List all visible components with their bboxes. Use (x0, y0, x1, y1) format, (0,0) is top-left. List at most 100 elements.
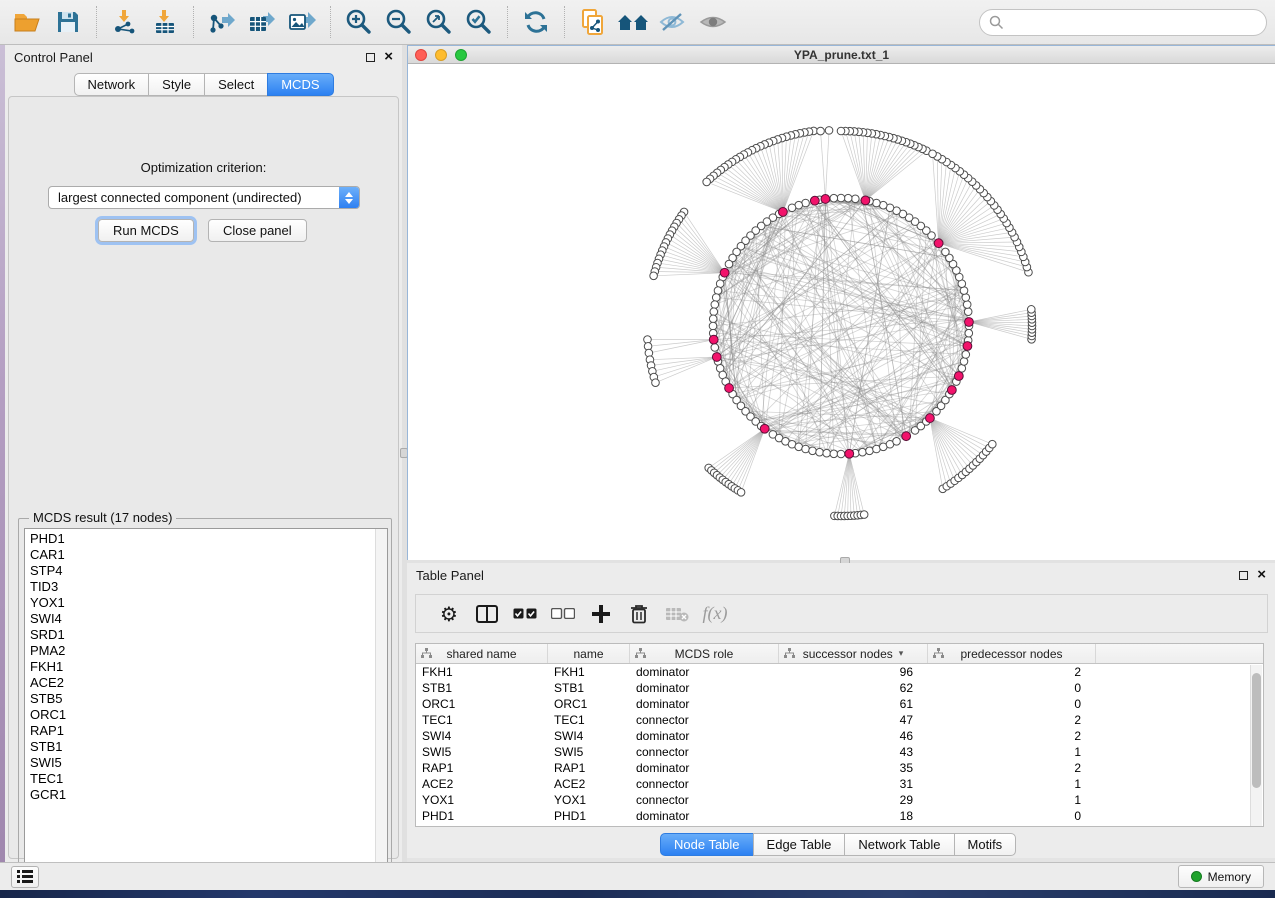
zoom-selected-button[interactable] (459, 3, 499, 41)
first-neighbors-button[interactable] (613, 3, 653, 41)
column-header-MCDS-role[interactable]: MCDS role (630, 644, 779, 663)
column-header-label: successor nodes (803, 647, 893, 661)
fx-icon: f(x) (703, 603, 728, 624)
sort-indicator-icon: ▾ (899, 648, 904, 659)
table-row[interactable]: FKH1FKH1dominator962 (416, 664, 1263, 680)
cell-filler (1096, 776, 1263, 792)
mcds-result-item[interactable]: ACE2 (30, 675, 387, 691)
tab-node-table[interactable]: Node Table (660, 833, 754, 856)
cell: 43 (779, 744, 928, 760)
delete-table-button (658, 597, 696, 631)
mcds-result-item[interactable]: SWI5 (30, 755, 387, 771)
refresh-view-button[interactable] (516, 3, 556, 41)
mcds-result-item[interactable]: STB1 (30, 739, 387, 755)
tab-edge-table[interactable]: Edge Table (753, 833, 846, 856)
close-panel-icon[interactable]: × (1257, 570, 1266, 580)
mcds-list-scrollbar[interactable] (375, 529, 387, 884)
zoom-in-button[interactable] (339, 3, 379, 41)
table-options-button[interactable]: ⚙ (430, 597, 468, 631)
run-mcds-button[interactable]: Run MCDS (98, 219, 194, 242)
table-scrollbar-thumb[interactable] (1252, 673, 1261, 788)
mcds-result-item[interactable]: CAR1 (30, 547, 387, 563)
table-row[interactable]: STB1STB1dominator620 (416, 680, 1263, 696)
mcds-result-item[interactable]: GCR1 (30, 787, 387, 803)
task-history-button[interactable] (11, 866, 39, 888)
optimization-criterion-dropdown[interactable]: largest connected component (undirected) (48, 186, 360, 209)
network-canvas[interactable] (408, 64, 1274, 560)
cell: PHD1 (416, 808, 548, 824)
close-panel-button[interactable]: Close panel (208, 219, 307, 242)
table-row[interactable]: PHD1PHD1dominator180 (416, 808, 1263, 824)
task-list-icon (17, 870, 33, 883)
save-session-button[interactable] (48, 3, 88, 41)
cell: 18 (779, 808, 928, 824)
network-window-titlebar[interactable]: YPA_prune.txt_1 (408, 46, 1275, 64)
mcds-result-item[interactable]: STB5 (30, 691, 387, 707)
mcds-result-item[interactable]: PMA2 (30, 643, 387, 659)
import-network-icon (112, 9, 138, 35)
export-network-button[interactable] (202, 3, 242, 41)
create-column-button[interactable] (582, 597, 620, 631)
mcds-result-item[interactable]: SWI4 (30, 611, 387, 627)
tab-select[interactable]: Select (204, 73, 268, 96)
minimize-window-icon[interactable] (435, 49, 447, 61)
cell: PHD1 (548, 808, 630, 824)
mcds-result-item[interactable]: STP4 (30, 563, 387, 579)
import-network-button[interactable] (105, 3, 145, 41)
zoom-fit-button[interactable] (419, 3, 459, 41)
mcds-result-item[interactable]: YOX1 (30, 595, 387, 611)
mcds-result-list[interactable]: PHD1CAR1STP4TID3YOX1SWI4SRD1PMA2FKH1ACE2… (24, 528, 388, 885)
mcds-result-item[interactable]: TEC1 (30, 771, 387, 787)
cell-filler (1096, 712, 1263, 728)
tab-network[interactable]: Network (73, 73, 149, 96)
table-panel-tabs: Node TableEdge TableNetwork TableMotifs (660, 833, 1016, 856)
table-scrollbar[interactable] (1250, 665, 1262, 826)
tab-motifs[interactable]: Motifs (954, 833, 1017, 856)
mcds-result-item[interactable]: TID3 (30, 579, 387, 595)
show-columns-button[interactable] (468, 597, 506, 631)
close-window-icon[interactable] (415, 49, 427, 61)
mcds-result-item[interactable]: ORC1 (30, 707, 387, 723)
tab-mcds[interactable]: MCDS (267, 73, 333, 96)
mcds-result-item[interactable]: FKH1 (30, 659, 387, 675)
mcds-result-item[interactable]: SRD1 (30, 627, 387, 643)
column-type-icon (784, 648, 795, 662)
mcds-result-item[interactable]: RAP1 (30, 723, 387, 739)
zoom-out-button[interactable] (379, 3, 419, 41)
table-row[interactable]: SWI4SWI4dominator462 (416, 728, 1263, 744)
memory-button[interactable]: Memory (1178, 865, 1264, 888)
table-row[interactable]: YOX1YOX1connector291 (416, 792, 1263, 808)
table-row[interactable]: ACE2ACE2connector311 (416, 776, 1263, 792)
select-all-columns-button[interactable] (506, 597, 544, 631)
float-panel-icon[interactable] (1239, 571, 1248, 580)
export-image-button[interactable] (282, 3, 322, 41)
column-header-shared-name[interactable]: shared name (416, 644, 548, 663)
column-header-successor-nodes[interactable]: successor nodes ▾ (779, 644, 928, 663)
column-header-predecessor-nodes[interactable]: predecessor nodes (928, 644, 1096, 663)
maximize-window-icon[interactable] (455, 49, 467, 61)
tab-style[interactable]: Style (148, 73, 205, 96)
new-network-from-selection-button[interactable] (573, 3, 613, 41)
column-header-name[interactable]: name (548, 644, 630, 663)
close-panel-icon[interactable]: × (384, 52, 393, 62)
hide-selected-button[interactable] (653, 3, 693, 41)
search-box[interactable] (979, 9, 1267, 36)
table-row[interactable]: SWI5SWI5connector431 (416, 744, 1263, 760)
cell-filler (1096, 696, 1263, 712)
table-row[interactable]: TEC1TEC1connector472 (416, 712, 1263, 728)
export-table-button[interactable] (242, 3, 282, 41)
toolbar-separator (330, 6, 331, 38)
show-all-button[interactable] (693, 3, 733, 41)
open-session-button[interactable] (8, 3, 48, 41)
table-row[interactable]: RAP1RAP1dominator352 (416, 760, 1263, 776)
import-table-button[interactable] (145, 3, 185, 41)
unselect-all-columns-button[interactable] (544, 597, 582, 631)
tab-network-table[interactable]: Network Table (844, 833, 954, 856)
float-panel-icon[interactable] (366, 53, 375, 62)
first-neighbors-icon (617, 10, 649, 34)
search-input[interactable] (1004, 15, 1254, 30)
delete-column-button[interactable] (620, 597, 658, 631)
cell: 47 (779, 712, 928, 728)
table-row[interactable]: ORC1ORC1dominator610 (416, 696, 1263, 712)
mcds-result-item[interactable]: PHD1 (30, 531, 387, 547)
